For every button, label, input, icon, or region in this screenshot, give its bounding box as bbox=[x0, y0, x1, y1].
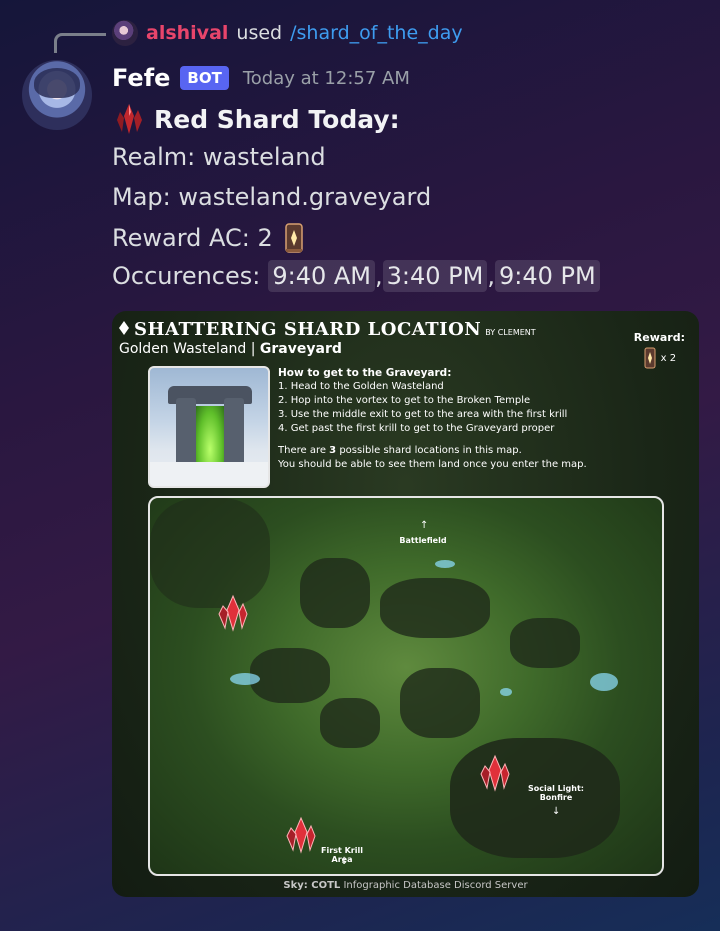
land-note: You should be able to see them land once… bbox=[278, 459, 587, 470]
occurrence-separator: , bbox=[375, 262, 383, 290]
subtitle-place: Golden Wasteland bbox=[119, 341, 247, 357]
reply-connector bbox=[54, 33, 106, 53]
howto-step: 2. Hop into the vortex to get to the Bro… bbox=[278, 395, 531, 406]
shard-infographic[interactable]: SHATTERING SHARD LOCATION BY CLEMENT Gol… bbox=[112, 311, 699, 897]
reply-command[interactable]: /shard_of_the_day bbox=[290, 22, 462, 44]
reply-used-text: used bbox=[236, 22, 283, 44]
message-timestamp[interactable]: Today at 12:57 AM bbox=[243, 68, 410, 89]
infographic-footer: Sky: COTL Infographic Database Discord S… bbox=[112, 880, 699, 891]
subtitle-area: Graveyard bbox=[259, 341, 342, 357]
social-light-text: Social Light: bbox=[528, 784, 584, 793]
ascended-candle-icon bbox=[285, 223, 303, 253]
graveyard-map: ↑ Battlefield Social Light: Bonfire ↓ Fi… bbox=[148, 496, 664, 876]
red-shard-marker bbox=[480, 754, 510, 792]
reply-header: alshival used /shard_of_the_day bbox=[112, 18, 463, 48]
occurrence-time: 3:40 PM bbox=[382, 260, 488, 292]
bonfire-text: Bonfire bbox=[539, 793, 573, 802]
footer-bold: Sky: COTL bbox=[283, 880, 341, 891]
shard-count-note: There are 3 possible shard locations in … bbox=[278, 444, 688, 458]
author-name[interactable]: Fefe bbox=[112, 64, 170, 92]
occurrence-time: 9:40 AM bbox=[268, 260, 376, 292]
subtitle-separator: | bbox=[246, 341, 260, 357]
author-avatar[interactable] bbox=[22, 60, 92, 130]
red-shard-icon bbox=[117, 104, 142, 134]
occurrence-time: 9:40 PM bbox=[495, 260, 600, 292]
occurrences-label: Occurences: bbox=[112, 262, 261, 290]
reward-row: Reward AC: 2 bbox=[112, 222, 305, 254]
red-shard-marker bbox=[218, 594, 248, 632]
red-shard-marker bbox=[286, 816, 316, 854]
social-light-arrow: ↓ bbox=[552, 806, 561, 817]
note-post: possible shard locations in this map. bbox=[336, 445, 522, 456]
replier-avatar[interactable] bbox=[112, 20, 138, 46]
message-title: Red Shard Today: bbox=[112, 102, 400, 136]
infographic-author: BY CLEMENT bbox=[485, 328, 536, 337]
bot-badge: BOT bbox=[180, 66, 229, 90]
occurrence-separator: , bbox=[487, 262, 495, 290]
footer-rest: Infographic Database Discord Server bbox=[340, 880, 528, 891]
message-header: Fefe BOT Today at 12:57 AM bbox=[112, 64, 410, 92]
howto-step: 1. Head to the Golden Wasteland bbox=[278, 381, 444, 392]
social-light-label: Social Light: Bonfire bbox=[528, 784, 584, 802]
reply-username[interactable]: alshival bbox=[146, 22, 228, 44]
infographic-title-text: SHATTERING SHARD LOCATION bbox=[134, 319, 482, 340]
occurrences-row: Occurences: 9:40 AM , 3:40 PM , 9:40 PM bbox=[112, 260, 600, 292]
howto-heading: How to get to the Graveyard: bbox=[278, 367, 452, 379]
howto-step: 3. Use the middle exit to get to the are… bbox=[278, 409, 568, 420]
battlefield-arrow: ↑ bbox=[420, 520, 429, 531]
realm-text: Realm: wasteland bbox=[112, 143, 326, 171]
map-text: Map: wasteland.graveyard bbox=[112, 183, 432, 211]
howto-panel: How to get to the Graveyard: 1. Head to … bbox=[278, 366, 688, 472]
infographic-subtitle: Golden Wasteland | Graveyard bbox=[119, 341, 342, 357]
note-pre: There are bbox=[278, 445, 330, 456]
infographic-title: SHATTERING SHARD LOCATION BY CLEMENT bbox=[118, 319, 536, 340]
shard-logo-icon bbox=[119, 321, 129, 335]
infographic-reward: Reward: x 2 bbox=[634, 331, 685, 369]
reward-text: Reward AC: 2 bbox=[112, 224, 273, 252]
reward-count: x 2 bbox=[660, 352, 677, 364]
battlefield-label: Battlefield bbox=[399, 536, 447, 545]
reward-label: Reward: bbox=[633, 331, 685, 344]
first-krill-arrow: ↓ bbox=[340, 856, 349, 867]
message-title-text: Red Shard Today: bbox=[154, 104, 400, 134]
temple-thumbnail bbox=[148, 366, 270, 488]
howto-step: 4. Get past the first krill to get to th… bbox=[278, 423, 555, 434]
